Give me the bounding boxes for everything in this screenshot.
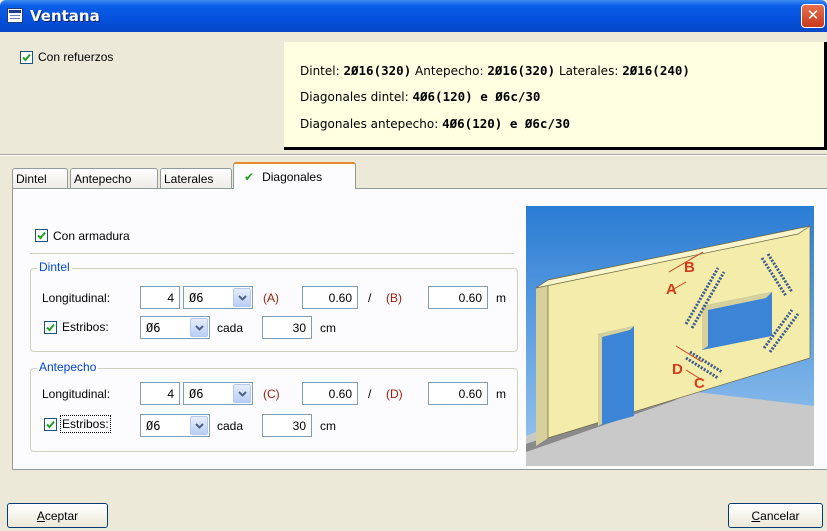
summary-dintel-value: 2Ø16(320) (343, 63, 412, 78)
cancel-button[interactable]: Cancelar (728, 503, 823, 528)
tab-laterales-label: Laterales (164, 172, 214, 186)
dintel-estribos-diameter-select[interactable]: Ø6 (140, 316, 210, 339)
antepecho-diameter-value: Ø6 (189, 387, 204, 401)
tab-antepecho-label: Antepecho (74, 172, 132, 186)
unit-m: m (496, 387, 506, 401)
summary-antepecho-value: 2Ø16(320) (487, 63, 556, 78)
antepecho-estribos-checkbox[interactable] (44, 418, 57, 431)
tab-dintel[interactable]: Dintel (12, 168, 68, 189)
ref-c: (C) (263, 387, 280, 401)
accept-button[interactable]: Aceptar (7, 503, 108, 528)
con-refuerzos-checkbox[interactable] (20, 51, 33, 64)
chevron-down-icon[interactable] (233, 384, 251, 403)
tab-check-icon: ✔ (244, 170, 255, 184)
accept-label: ceptar (44, 509, 79, 523)
dintel-diameter-value: Ø6 (189, 291, 204, 305)
ref-d: (D) (386, 387, 403, 401)
dintel-a-input[interactable]: 0.60 (302, 286, 358, 309)
checkmark-icon (46, 323, 55, 332)
summary-line-2: Diagonales dintel: 4Ø6(120) e Ø6c/30 (300, 89, 540, 104)
chevron-down-icon[interactable] (190, 318, 208, 337)
antepecho-group (30, 368, 518, 452)
checkmark-icon (22, 53, 31, 62)
dintel-spacing-input[interactable]: 30 (262, 316, 312, 339)
summary-line-1: Dintel: 2Ø16(320) Antepecho: 2Ø16(320) L… (300, 63, 690, 78)
unit-cm: cm (320, 419, 336, 433)
summary-laterales-label: Laterales: (558, 64, 619, 78)
antepecho-group-title: Antepecho (37, 360, 99, 374)
unit-m: m (496, 291, 506, 305)
antepecho-count-input[interactable]: 4 (140, 382, 180, 405)
ref-a: (A) (263, 291, 279, 305)
dintel-diameter-select[interactable]: Ø6 (183, 286, 253, 309)
antepecho-longitudinal-label: Longitudinal: (42, 387, 111, 401)
tab-diagonales[interactable]: ✔ Diagonales (233, 162, 356, 189)
summary-panel: Dintel: 2Ø16(320) Antepecho: 2Ø16(320) L… (284, 42, 827, 150)
antepecho-diameter-select[interactable]: Ø6 (183, 382, 253, 405)
checkmark-icon (46, 420, 55, 429)
antepecho-estribos-label: Estribos: (60, 415, 111, 433)
dintel-cada-label: cada (217, 321, 244, 335)
close-button[interactable]: ✕ (801, 4, 825, 28)
antepecho-cada-label: cada (217, 419, 244, 433)
antepecho-spacing-input[interactable]: 30 (262, 414, 312, 437)
label-b: B (684, 259, 695, 276)
separator (0, 154, 827, 156)
dintel-count-input[interactable]: 4 (140, 286, 180, 309)
dintel-estribos-diameter-value: Ø6 (146, 321, 161, 335)
chevron-down-icon[interactable] (190, 416, 208, 435)
chevron-down-icon[interactable] (233, 288, 251, 307)
dintel-group-title: Dintel (37, 260, 72, 274)
checkmark-icon (37, 231, 46, 240)
accept-mnemonic: A (36, 509, 45, 523)
label-a: A (666, 281, 677, 298)
slash: / (368, 387, 372, 401)
antepecho-estribos-diameter-value: Ø6 (146, 419, 161, 433)
divider (30, 253, 514, 254)
summary-dintel-label: Dintel: (300, 64, 340, 78)
dintel-b-input[interactable]: 0.60 (428, 286, 488, 309)
antepecho-estribos-diameter-select[interactable]: Ø6 (140, 414, 210, 437)
dintel-estribos-label: Estribos: (62, 320, 109, 334)
con-refuerzos-label: Con refuerzos (38, 50, 114, 64)
dintel-group (30, 268, 518, 352)
title-bar[interactable]: Ventana ✕ (0, 0, 827, 32)
tab-laterales[interactable]: Laterales (160, 168, 232, 189)
summary-laterales-value: 2Ø16(240) (622, 63, 690, 78)
antepecho-d-input[interactable]: 0.60 (428, 382, 488, 405)
summary-antepecho-label: Antepecho: (415, 64, 484, 78)
window-icon (7, 8, 23, 23)
summary-diag-dintel-label: Diagonales dintel: (300, 90, 409, 104)
dintel-longitudinal-label: Longitudinal: (42, 291, 111, 305)
summary-diag-antepecho-value: 4Ø6(120) e Ø6c/30 (442, 116, 571, 131)
tab-antepecho[interactable]: Antepecho (70, 168, 158, 189)
wall-opening-illustration: B A D C (526, 206, 814, 466)
con-armadura-label: Con armadura (53, 229, 130, 243)
summary-line-3: Diagonales antepecho: 4Ø6(120) e Ø6c/30 (300, 116, 570, 131)
unit-cm: cm (320, 321, 336, 335)
con-armadura-checkbox[interactable] (35, 229, 48, 242)
label-c: C (694, 375, 705, 392)
dintel-estribos-checkbox[interactable] (44, 321, 57, 334)
label-d: D (672, 361, 683, 378)
summary-diag-antepecho-label: Diagonales antepecho: (300, 117, 439, 131)
ref-b: (B) (386, 291, 402, 305)
tab-dintel-label: Dintel (16, 172, 47, 186)
window-title: Ventana (30, 7, 100, 25)
cancel-label: ancelar (760, 509, 800, 523)
slash: / (368, 291, 372, 305)
summary-diag-dintel-value: 4Ø6(120) e Ø6c/30 (412, 89, 541, 104)
tab-diagonales-label: Diagonales (262, 170, 323, 184)
cancel-mnemonic: C (751, 509, 761, 523)
antepecho-c-input[interactable]: 0.60 (302, 382, 358, 405)
